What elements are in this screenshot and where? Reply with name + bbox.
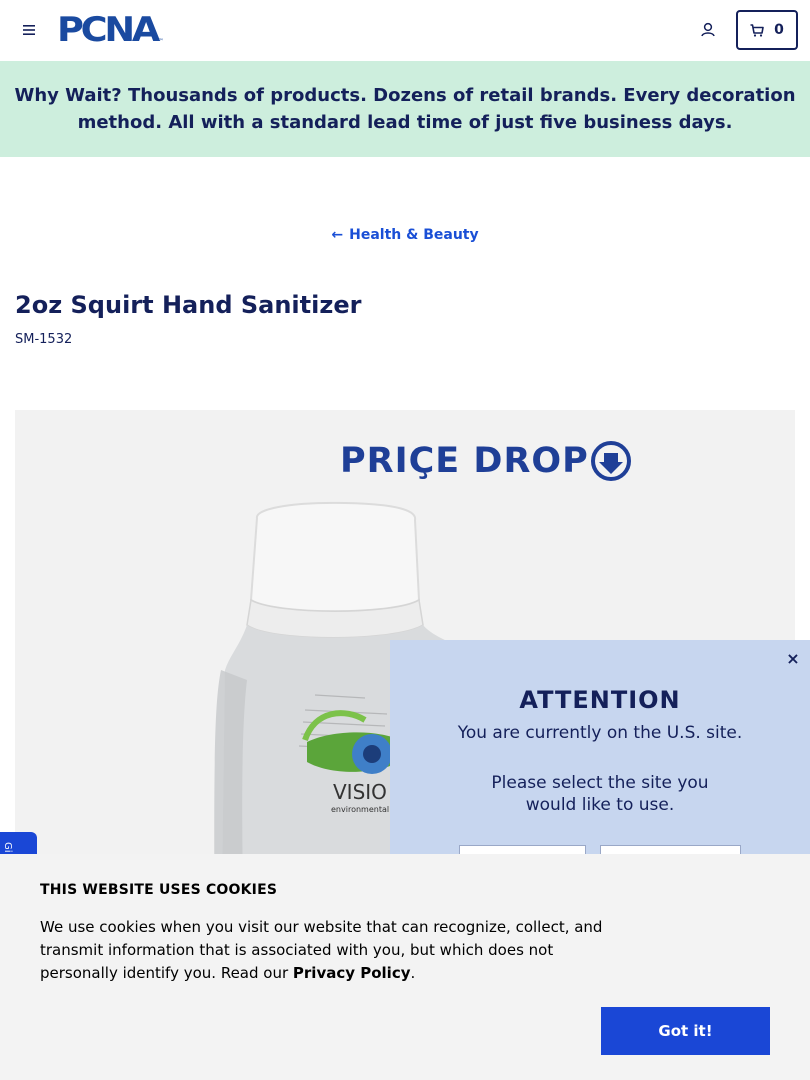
hamburger-icon — [23, 25, 35, 35]
close-icon[interactable]: × — [784, 650, 802, 668]
attention-select-site-text: Please select the site you would like to… — [491, 773, 709, 815]
site-header: PCNA ™ 0 — [0, 0, 810, 61]
user-icon — [701, 22, 715, 37]
product-sku: SM-1532 — [15, 332, 73, 347]
attention-current-site-text: You are currently on the U.S. site. — [457, 723, 743, 743]
promo-banner-text: Why Wait? Thousands of products. Dozens … — [14, 85, 796, 133]
arrow-left-icon: ← — [331, 227, 344, 243]
image-label-brand: VISIO — [333, 780, 387, 804]
cart-button[interactable]: 0 — [736, 10, 798, 50]
cookie-banner: THIS WEBSITE USES COOKIES We use cookies… — [0, 854, 810, 1080]
logo-text: PCNA — [57, 10, 160, 50]
product-title: 2oz Squirt Hand Sanitizer — [15, 291, 362, 319]
breadcrumb-label: Health & Beauty — [349, 227, 479, 243]
cart-count: 0 — [774, 22, 784, 38]
pcna-logo[interactable]: PCNA ™ — [57, 10, 164, 50]
breadcrumb-back-link[interactable]: ← Health & Beauty — [331, 227, 478, 243]
cart-icon — [750, 23, 764, 37]
account-button[interactable] — [698, 20, 718, 40]
cookie-period: . — [410, 964, 416, 982]
privacy-policy-link[interactable]: Privacy Policy — [293, 964, 411, 982]
page: PCNA ™ 0 Why Wait? Thousands of products… — [0, 0, 810, 1080]
attention-heading: ATTENTION — [519, 686, 681, 714]
logo-trademark: ™ — [157, 38, 164, 45]
menu-button[interactable] — [18, 20, 40, 40]
cookie-text: We use cookies when you visit our websit… — [40, 916, 610, 985]
breadcrumb: ← Health & Beauty — [0, 224, 810, 243]
cookie-title: THIS WEBSITE USES COOKIES — [40, 882, 278, 898]
got-it-button[interactable]: Got it! — [601, 1007, 770, 1055]
price-drop-badge: PRIÇE DROP — [340, 440, 631, 482]
arrow-down-icon — [590, 441, 631, 481]
promo-banner: Why Wait? Thousands of products. Dozens … — [0, 61, 810, 157]
price-drop-text: PRIÇE DROP — [340, 441, 589, 481]
side-tab-label: Gi — [2, 842, 13, 853]
